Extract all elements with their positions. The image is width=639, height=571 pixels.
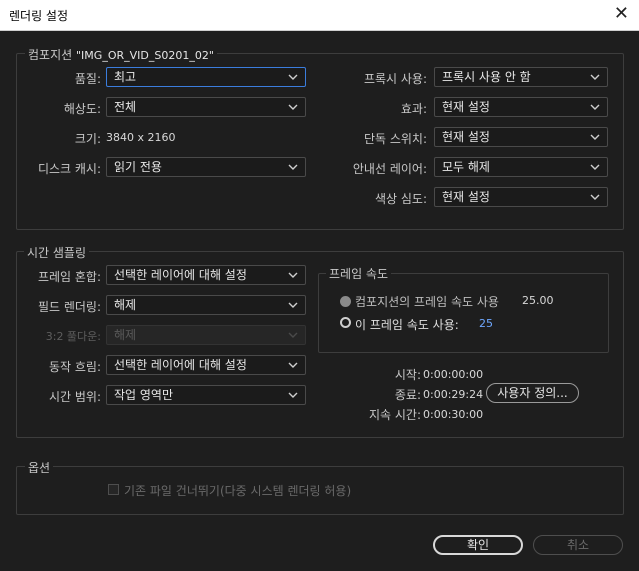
duration-label: 지속 시간: <box>368 408 421 422</box>
composition-group-label: 컴포지션 "IMG_OR_VID_S0201_02" <box>25 46 217 63</box>
chevron-down-icon <box>590 158 602 176</box>
chevron-down-icon <box>288 326 300 344</box>
time-sampling-group-label: 시간 샘플링 <box>24 244 90 261</box>
options-group-label: 옵션 <box>25 459 54 476</box>
use-comp-frame-rate-label[interactable]: 컴포지션의 프레임 속도 사용 <box>355 293 499 310</box>
resolution-dropdown[interactable]: 전체 <box>106 97 306 117</box>
field-render-label: 필드 렌더링: <box>37 300 101 314</box>
time-span-value: 작업 영역만 <box>114 388 174 402</box>
disk-cache-label: 디스크 캐시: <box>37 162 101 176</box>
frame-rate-input[interactable]: 25 <box>479 317 493 330</box>
frame-blend-dropdown[interactable]: 선택한 레이어에 대해 설정 <box>106 265 306 285</box>
color-depth-value: 현재 설정 <box>442 190 490 204</box>
motion-blur-dropdown[interactable]: 선택한 레이어에 대해 설정 <box>106 355 306 375</box>
effects-label: 효과: <box>400 102 427 116</box>
quality-label: 품질: <box>74 72 101 86</box>
chevron-down-icon <box>590 188 602 206</box>
frame-blend-label: 프레임 혼합: <box>37 270 101 284</box>
proxy-label: 프록시 사용: <box>363 72 427 86</box>
frame-blend-value: 선택한 레이어에 대해 설정 <box>114 268 247 282</box>
pulldown-label: 3:2 풀다운: <box>45 330 101 343</box>
size-label: 크기: <box>74 132 101 146</box>
proxy-value: 프록시 사용 안 함 <box>442 70 531 84</box>
chevron-down-icon <box>288 296 300 314</box>
custom-range-button[interactable]: 사용자 정의... <box>486 383 579 403</box>
frame-rate-group <box>318 273 609 353</box>
chevron-down-icon <box>288 68 300 86</box>
quality-dropdown[interactable]: 최고 <box>106 67 306 87</box>
time-span-label: 시간 범위: <box>48 390 101 404</box>
guide-layer-dropdown[interactable]: 모두 해제 <box>434 157 608 177</box>
use-comp-frame-rate-radio[interactable] <box>340 296 351 307</box>
duration-value: 0:00:30:00 <box>423 408 484 421</box>
pulldown-value: 해제 <box>114 328 137 342</box>
effects-value: 현재 설정 <box>442 100 490 114</box>
use-this-frame-rate-radio[interactable] <box>340 317 351 328</box>
chevron-down-icon <box>288 356 300 374</box>
use-this-frame-rate-label[interactable]: 이 프레임 속도 사용: <box>355 316 459 333</box>
solo-label: 단독 스위치: <box>363 132 427 146</box>
pulldown-dropdown: 해제 <box>106 325 306 345</box>
field-render-value: 해제 <box>114 298 137 312</box>
color-depth-dropdown[interactable]: 현재 설정 <box>434 187 608 207</box>
use-comp-frame-rate-value: 25.00 <box>522 294 554 307</box>
skip-existing-checkbox[interactable] <box>108 484 119 495</box>
skip-existing-label[interactable]: 기존 파일 건너뛰기(다중 시스템 렌더링 허용) <box>124 482 351 499</box>
end-value: 0:00:29:24 <box>423 388 484 401</box>
window-title: 렌더링 설정 <box>9 9 69 23</box>
disk-cache-dropdown[interactable]: 읽기 전용 <box>106 157 306 177</box>
start-value: 0:00:00:00 <box>423 368 484 381</box>
chevron-down-icon <box>288 386 300 404</box>
chevron-down-icon <box>288 158 300 176</box>
motion-blur-label: 동작 흐림: <box>48 360 101 374</box>
disk-cache-value: 읽기 전용 <box>114 160 162 174</box>
time-span-dropdown[interactable]: 작업 영역만 <box>106 385 306 405</box>
guide-layer-value: 모두 해제 <box>442 160 490 174</box>
guide-layer-label: 안내선 레이어: <box>352 162 427 176</box>
chevron-down-icon <box>590 68 602 86</box>
chevron-down-icon <box>288 266 300 284</box>
end-label: 종료: <box>394 388 421 402</box>
quality-value: 최고 <box>114 70 137 84</box>
effects-dropdown[interactable]: 현재 설정 <box>434 97 608 117</box>
solo-dropdown[interactable]: 현재 설정 <box>434 127 608 147</box>
motion-blur-value: 선택한 레이어에 대해 설정 <box>114 358 247 372</box>
frame-rate-group-label: 프레임 속도 <box>326 265 392 282</box>
title-bar: 렌더링 설정 ✕ <box>0 0 639 31</box>
solo-value: 현재 설정 <box>442 130 490 144</box>
proxy-dropdown[interactable]: 프록시 사용 안 함 <box>434 67 608 87</box>
size-value: 3840 x 2160 <box>106 131 176 144</box>
resolution-label: 해상도: <box>63 102 101 116</box>
resolution-value: 전체 <box>114 100 137 114</box>
ok-button[interactable]: 확인 <box>433 535 523 555</box>
color-depth-label: 색상 심도: <box>374 192 427 206</box>
start-label: 시작: <box>394 368 421 382</box>
chevron-down-icon <box>590 128 602 146</box>
close-icon[interactable]: ✕ <box>614 3 629 25</box>
field-render-dropdown[interactable]: 해제 <box>106 295 306 315</box>
chevron-down-icon <box>590 98 602 116</box>
cancel-button[interactable]: 취소 <box>533 535 623 555</box>
chevron-down-icon <box>288 98 300 116</box>
